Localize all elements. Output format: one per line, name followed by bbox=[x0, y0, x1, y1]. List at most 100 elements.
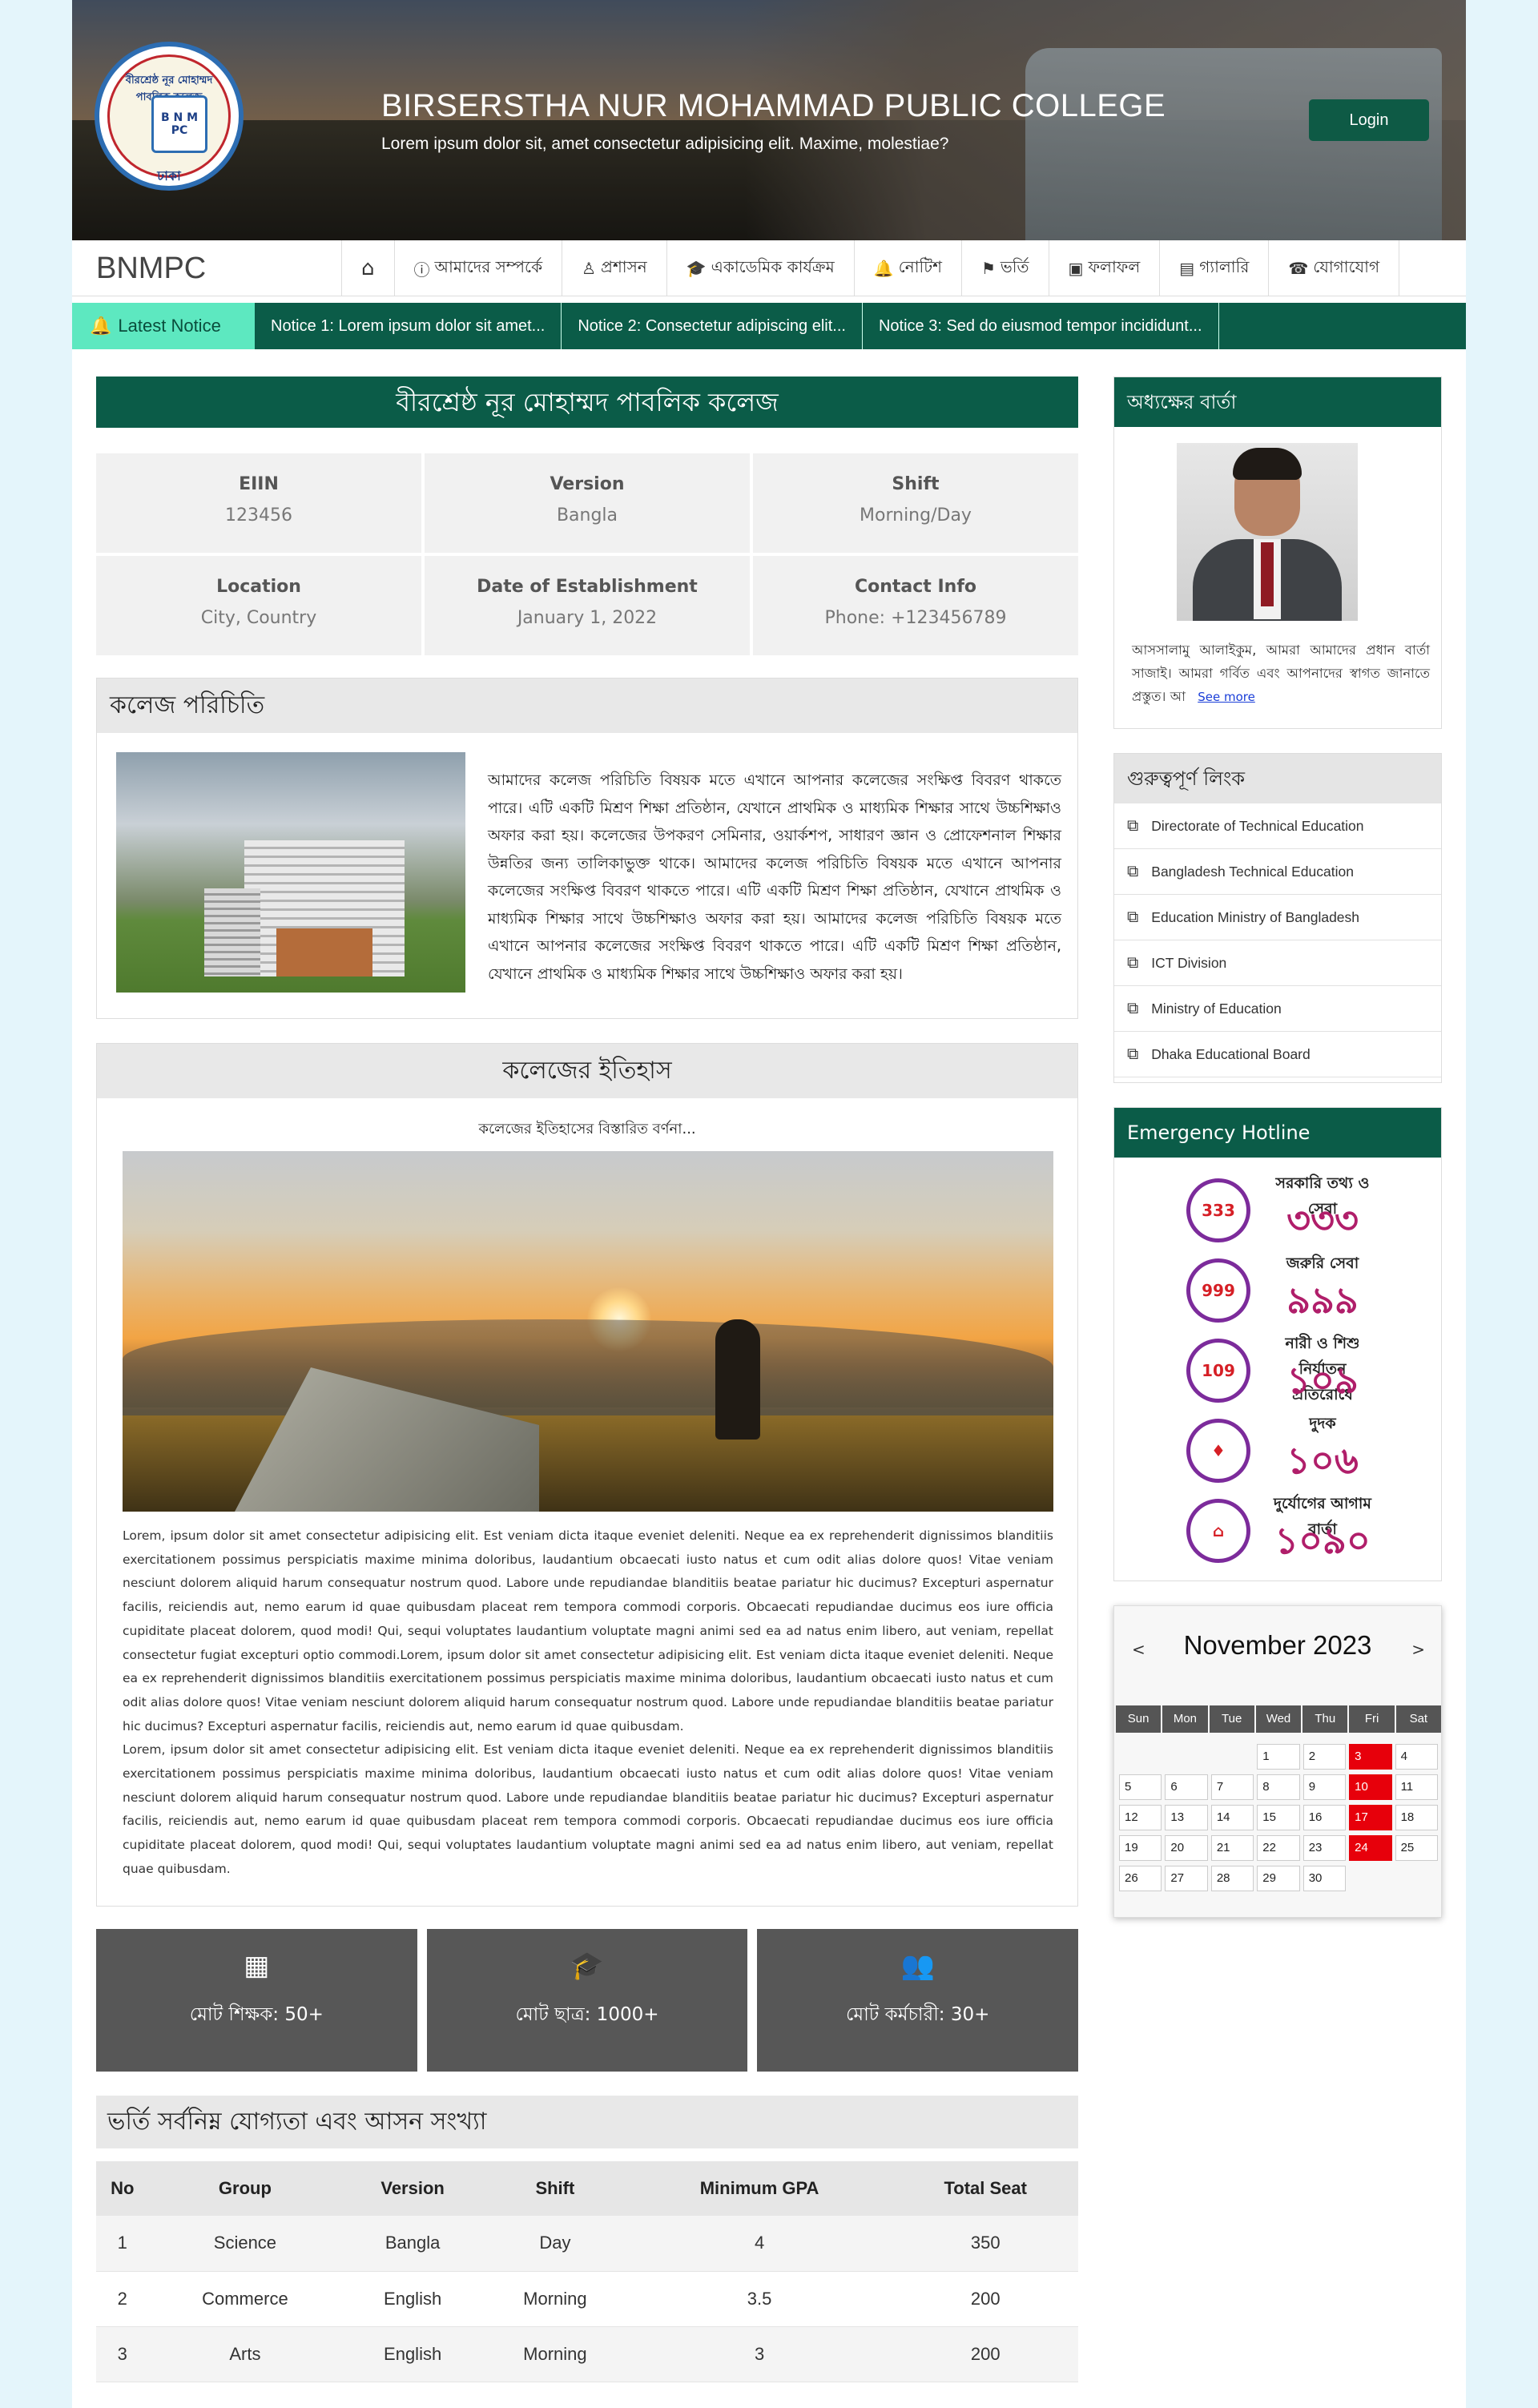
hotline-heading: Emergency Hotline bbox=[1114, 1108, 1441, 1158]
calendar-blank bbox=[1165, 1744, 1207, 1770]
info-key: Version bbox=[550, 474, 625, 494]
calendar-day[interactable]: 10 bbox=[1349, 1774, 1392, 1800]
logo-book: B N M PC bbox=[151, 95, 207, 153]
calendar-day[interactable]: 15 bbox=[1257, 1805, 1300, 1830]
notice-item[interactable]: Notice 2: Consectetur adipiscing elit... bbox=[562, 303, 863, 349]
calendar-day[interactable]: 7 bbox=[1210, 1774, 1254, 1800]
calendar-day[interactable]: 24 bbox=[1349, 1835, 1392, 1861]
info-cell: Location City, Country bbox=[96, 556, 421, 655]
hotline-item[interactable]: 109 নারী ও শিশু নির্যাতন প্রতিরোধে ১০৯ bbox=[1186, 1332, 1379, 1404]
nav-item-1[interactable]: ⓘ আমাদের সম্পর্কে bbox=[393, 240, 562, 296]
calendar-day[interactable]: 2 bbox=[1302, 1744, 1347, 1770]
nav-item-label: প্রশাসন bbox=[601, 256, 647, 276]
info-value: City, Country bbox=[200, 608, 317, 628]
important-link[interactable]: ⧉ Ministry of Education bbox=[1114, 986, 1441, 1032]
emergency-hotline-box: Emergency Hotline 333 সরকারি তথ্য ও সেবা ৩… bbox=[1113, 1107, 1442, 1581]
principal-heading: অধ্যক্ষের বার্তা bbox=[1114, 377, 1441, 427]
nav-item-6[interactable]: ▣ ফলাফল bbox=[1048, 240, 1160, 296]
calendar-day[interactable]: 23 bbox=[1302, 1835, 1347, 1861]
navbar-brand[interactable]: BNMPC bbox=[96, 252, 206, 286]
calendar-day[interactable]: 14 bbox=[1210, 1805, 1254, 1830]
calendar-day[interactable]: 13 bbox=[1165, 1805, 1208, 1830]
important-link[interactable]: ⧉ Bangladesh Technical Education bbox=[1114, 849, 1441, 895]
calendar-day[interactable]: 30 bbox=[1302, 1866, 1347, 1891]
calendar-day[interactable]: 22 bbox=[1257, 1835, 1300, 1861]
table-cell: 1 bbox=[96, 2216, 149, 2272]
table-cell: Morning bbox=[484, 2271, 626, 2327]
info-icon: ⓘ bbox=[413, 260, 430, 280]
important-link[interactable]: ⧉ Education Ministry of Bangladesh bbox=[1114, 895, 1441, 940]
hotline-badge-icon: 109 bbox=[1186, 1339, 1250, 1403]
bell-icon: 🔔 bbox=[90, 316, 112, 336]
hotline-badge-text: 333 bbox=[1202, 1201, 1235, 1220]
nav-item-2[interactable]: ♙ প্রশাসন bbox=[562, 240, 666, 296]
nav-item-0[interactable]: ⌂ bbox=[341, 240, 394, 296]
nav-item-8[interactable]: ☎ যোগাযোগ bbox=[1268, 240, 1400, 296]
column-header: Group bbox=[148, 2161, 342, 2216]
logo-letters: B N M PC bbox=[160, 111, 199, 137]
link-label: Bangladesh Technical Education bbox=[1151, 863, 1354, 880]
hotline-item[interactable]: ♦ দুদক ১০৬ bbox=[1186, 1412, 1379, 1484]
table-cell: 350 bbox=[892, 2216, 1078, 2272]
hotline-item[interactable]: ⌂ দুর্যোগের আগাম বার্তা ১০৯০ bbox=[1186, 1492, 1379, 1564]
calendar-day[interactable]: 25 bbox=[1395, 1835, 1438, 1861]
calendar-day[interactable]: 19 bbox=[1119, 1835, 1162, 1861]
college-logo[interactable]: বীরশ্রেষ্ঠ নূর মোহাম্মদ পাবলিক কলেজ B N … bbox=[95, 42, 244, 191]
calendar-day[interactable]: 1 bbox=[1257, 1744, 1300, 1770]
principal-message: আসসালামু আলাইকুম, আমরা আমাদের প্রধান বার… bbox=[1132, 638, 1430, 709]
nav-item-label: ফলাফল bbox=[1088, 256, 1141, 276]
teacher-icon: ▦ bbox=[244, 1950, 270, 1982]
hotline-number: ১০৯০ bbox=[1274, 1519, 1371, 1562]
nav-item-4[interactable]: 🔔 নোটিশ bbox=[853, 240, 961, 296]
calendar-day[interactable]: 5 bbox=[1119, 1774, 1162, 1800]
admission-section: ভর্তি সর্বনিম্ন যোগ্যতা এবং আসন সংখ্যা bbox=[96, 2096, 1078, 2148]
table-cell: Arts bbox=[148, 2326, 342, 2382]
calendar-day[interactable]: 12 bbox=[1119, 1805, 1162, 1830]
notice-item[interactable]: Notice 3: Sed do eiusmod tempor incididu… bbox=[863, 303, 1219, 349]
stat-card: 🎓 মোট ছাত্র: 1000+ bbox=[426, 1929, 748, 2072]
external-link-icon: ⧉ bbox=[1127, 862, 1139, 880]
login-button[interactable]: Login bbox=[1309, 99, 1429, 141]
nav-item-5[interactable]: ⚑ ভর্তি bbox=[960, 240, 1049, 296]
hotline-badge-icon: 999 bbox=[1186, 1258, 1250, 1323]
building-wing bbox=[204, 888, 260, 976]
calendar-day[interactable]: 20 bbox=[1165, 1835, 1208, 1861]
important-link[interactable]: ⧉ ICT Division bbox=[1114, 940, 1441, 986]
links-list: ⧉ Directorate of Technical Education ⧉ Bang… bbox=[1114, 803, 1441, 1077]
calendar-day[interactable]: 3 bbox=[1349, 1744, 1392, 1770]
see-more-link[interactable]: See more bbox=[1198, 690, 1255, 704]
nav-item-7[interactable]: ▤ গ্যালারি bbox=[1159, 240, 1268, 296]
notice-item[interactable]: Notice 1: Lorem ipsum dolor sit amet... bbox=[255, 303, 562, 349]
calendar-day[interactable]: 11 bbox=[1395, 1774, 1438, 1800]
calendar-day[interactable]: 21 bbox=[1210, 1835, 1254, 1861]
nav-item-label: একাডেমিক কার্যক্রম bbox=[711, 256, 835, 276]
calendar-day[interactable]: 18 bbox=[1395, 1805, 1438, 1830]
hotline-item[interactable]: 333 সরকারি তথ্য ও সেবা ৩৩৩ bbox=[1186, 1172, 1379, 1244]
stat-card: 👥 মোট কর্মচারী: 30+ bbox=[757, 1929, 1079, 2072]
calendar-day[interactable]: 17 bbox=[1349, 1805, 1392, 1830]
hotline-badge-text: ♦ bbox=[1211, 1441, 1226, 1460]
important-link[interactable]: ⧉ Directorate of Technical Education bbox=[1114, 803, 1441, 849]
important-link[interactable]: ⧉ Dhaka Educational Board bbox=[1114, 1032, 1441, 1077]
intro-heading: কলেজ পরিচিতি bbox=[97, 679, 1077, 733]
calendar-day[interactable]: 27 bbox=[1165, 1866, 1208, 1891]
calendar-day[interactable]: 28 bbox=[1210, 1866, 1254, 1891]
info-cell: Shift Morning/Day bbox=[753, 453, 1078, 553]
photo-hair bbox=[1233, 448, 1302, 480]
calendar-day[interactable]: 8 bbox=[1257, 1774, 1300, 1800]
calendar-day[interactable]: 6 bbox=[1165, 1774, 1208, 1800]
history-subheading: কলেজের ইতিহাসের বিস্তারিত বর্ণনা... bbox=[478, 1121, 696, 1138]
college-name-heading: বীরশ্রেষ্ঠ নূর মোহাম্মদ পাবলিক কলেজ bbox=[96, 377, 1078, 428]
links-heading: গুরুত্বপূর্ণ লিংক bbox=[1114, 754, 1441, 803]
calendar-day[interactable]: 16 bbox=[1302, 1805, 1347, 1830]
info-value: 123456 bbox=[225, 505, 292, 525]
principal-message-text: আসসালামু আলাইকুম, আমরা আমাদের প্রধান বার… bbox=[1132, 642, 1430, 704]
nav-item-3[interactable]: 🎓 একাডেমিক কার্যক্রম bbox=[666, 240, 854, 296]
calendar-day[interactable]: 9 bbox=[1302, 1774, 1347, 1800]
calendar-day[interactable]: 4 bbox=[1395, 1744, 1438, 1770]
info-key: Shift bbox=[892, 474, 940, 494]
calendar-day[interactable]: 26 bbox=[1119, 1866, 1162, 1891]
calendar-day[interactable]: 29 bbox=[1257, 1866, 1300, 1891]
calendar-next-button[interactable]: > bbox=[1411, 1640, 1425, 1659]
hotline-item[interactable]: 999 জরুরি সেবা ৯৯৯ bbox=[1186, 1252, 1379, 1324]
